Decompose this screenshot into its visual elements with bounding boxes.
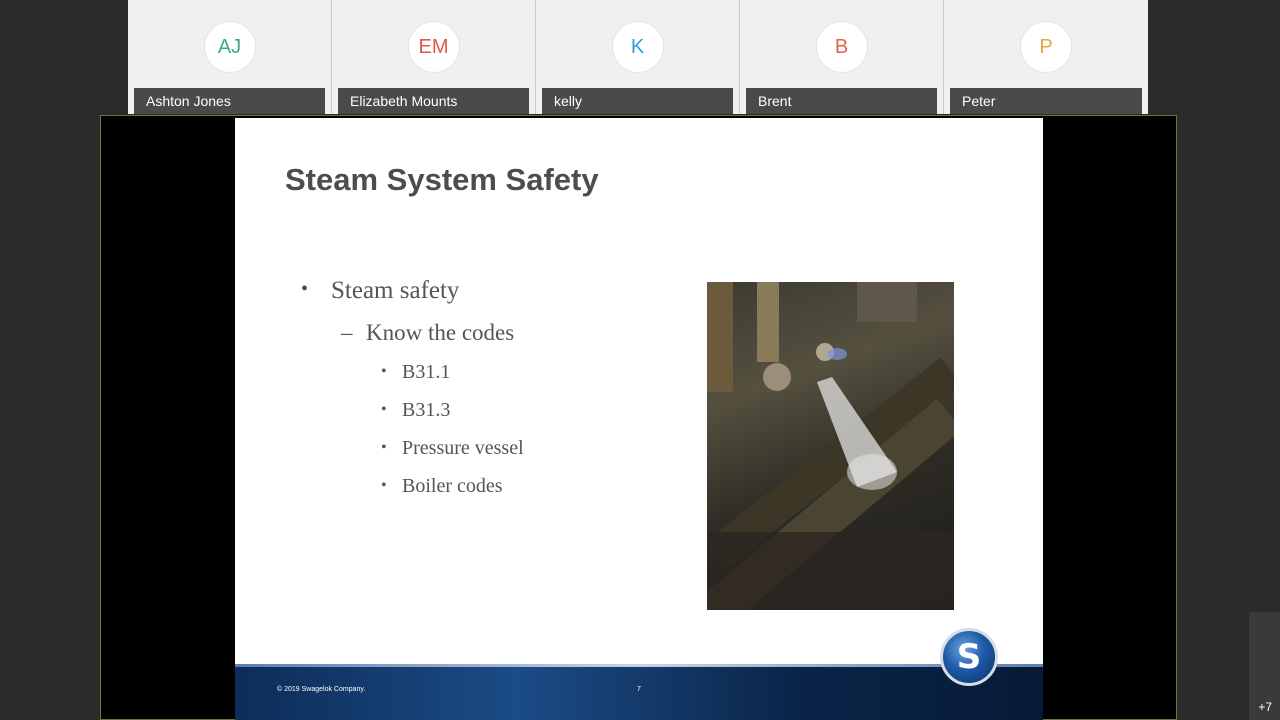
bullet-level-3: • B31.3 [301, 396, 524, 434]
bullet-dash-icon: – [341, 320, 353, 345]
bullet-text: Pressure vessel [402, 437, 524, 459]
bullet-level-2: – Know the codes [301, 318, 524, 358]
slide-bullets: • Steam safety – Know the codes • B31.1 … [301, 276, 524, 510]
participant-strip: AJ Ashton Jones EM Elizabeth Mounts K ke… [128, 0, 1149, 114]
participant-name: Ashton Jones [134, 88, 325, 114]
bullet-text: B31.3 [402, 399, 451, 421]
bullet-text: Boiler codes [402, 475, 503, 497]
participant-name: Elizabeth Mounts [338, 88, 529, 114]
avatar: K [612, 22, 663, 72]
slide-footer: © 2019 Swagelok Company. 7 [235, 664, 1043, 720]
bullet-dot-icon: • [381, 477, 387, 494]
bullet-level-3: • B31.1 [301, 358, 524, 396]
avatar: AJ [204, 22, 255, 72]
avatar: EM [408, 22, 459, 72]
more-participants-count: +7 [1258, 700, 1272, 714]
shared-screen: Steam System Safety • Steam safety – Kno… [100, 115, 1177, 720]
slide-copyright: © 2019 Swagelok Company. [277, 686, 366, 693]
bullet-dot-icon: • [381, 401, 387, 418]
bullet-level-1: • Steam safety [301, 276, 524, 316]
participant-tile-kelly[interactable]: K kelly [536, 0, 740, 114]
participant-name: Brent [746, 88, 937, 114]
participant-tile-ashton-jones[interactable]: AJ Ashton Jones [128, 0, 332, 114]
bullet-level-3: • Pressure vessel [301, 434, 524, 472]
participant-tile-elizabeth-mounts[interactable]: EM Elizabeth Mounts [332, 0, 536, 114]
participant-tile-peter[interactable]: P Peter [944, 0, 1148, 114]
bullet-text: Steam safety [331, 277, 460, 304]
steam-leak-photo-illustration [707, 282, 954, 610]
bullet-dot-icon: • [301, 278, 309, 300]
participant-tile-brent[interactable]: B Brent [740, 0, 944, 114]
bullet-dot-icon: • [381, 363, 387, 380]
presentation-slide: Steam System Safety • Steam safety – Kno… [235, 118, 1043, 720]
avatar: P [1021, 22, 1071, 72]
slide-page-number: 7 [637, 686, 641, 693]
bullet-text: Know the codes [366, 320, 515, 345]
swagelok-logo-icon: S [940, 628, 998, 686]
more-participants-button[interactable]: +7 [1249, 612, 1280, 720]
slide-title: Steam System Safety [285, 162, 599, 197]
participant-name: kelly [542, 88, 733, 114]
bullet-level-3: • Boiler codes [301, 472, 524, 510]
steam-leak-photo [707, 282, 954, 610]
participant-name: Peter [950, 88, 1142, 114]
bullet-dot-icon: • [381, 439, 387, 456]
footer-divider [235, 664, 1043, 667]
meeting-window: AJ Ashton Jones EM Elizabeth Mounts K ke… [0, 0, 1280, 720]
bullet-text: B31.1 [402, 361, 451, 383]
avatar: B [816, 22, 867, 72]
